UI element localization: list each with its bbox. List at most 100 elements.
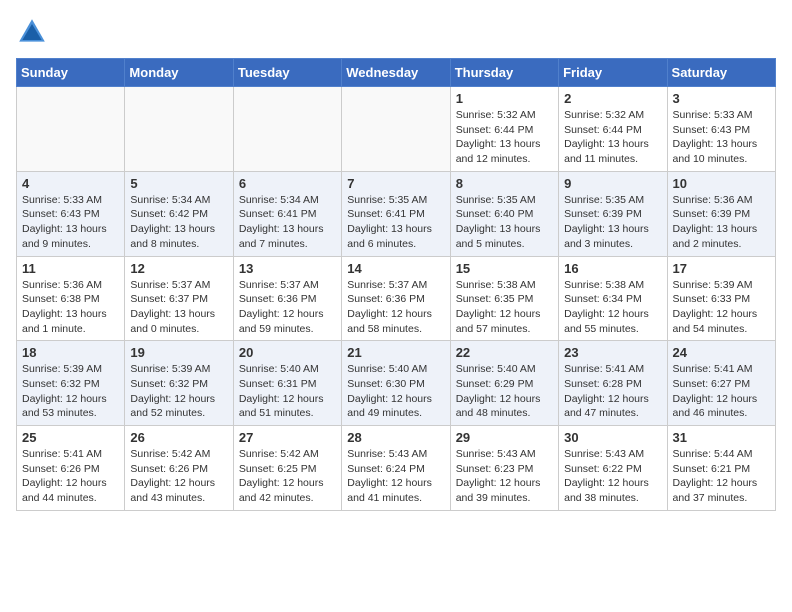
logo-icon [16,16,48,48]
day-info: Sunrise: 5:36 AM Sunset: 6:39 PM Dayligh… [673,193,770,252]
calendar-cell: 25 Sunrise: 5:41 AM Sunset: 6:26 PM Dayli… [17,426,125,511]
calendar-cell: 20Sunrise: 5:40 AM Sunset: 6:31 PM Dayli… [233,341,341,426]
day-info: Sunrise: 5:40 AM Sunset: 6:30 PM Dayligh… [347,362,444,421]
calendar-cell: 4Sunrise: 5:33 AM Sunset: 6:43 PM Daylig… [17,171,125,256]
weekday-header-thursday: Thursday [450,59,558,87]
day-info: Sunrise: 5:39 AM Sunset: 6:32 PM Dayligh… [130,362,227,421]
page-header [16,16,776,48]
day-info: Sunrise: 5:32 AM Sunset: 6:44 PM Dayligh… [456,108,553,167]
day-info: Sunrise: 5:33 AM Sunset: 6:43 PM Dayligh… [22,193,119,252]
calendar-cell: 26 Sunrise: 5:42 AM Sunset: 6:26 PM Dayli… [125,426,233,511]
day-info: Sunrise: 5:41 AM Sunset: 6:26 PM Dayligh… [22,447,119,506]
calendar-cell [233,87,341,172]
day-info: Sunrise: 5:42 AM Sunset: 6:26 PM Dayligh… [130,447,227,506]
calendar-cell: 16 Sunrise: 5:38 AM Sunset: 6:34 PM Dayli… [559,256,667,341]
day-info: Sunrise: 5:43 AM Sunset: 6:23 PM Dayligh… [456,447,553,506]
calendar-cell: 13 Sunrise: 5:37 AM Sunset: 6:36 PM Dayli… [233,256,341,341]
day-info: Sunrise: 5:39 AM Sunset: 6:33 PM Dayligh… [673,278,770,337]
day-info: Sunrise: 5:35 AM Sunset: 6:39 PM Dayligh… [564,193,661,252]
weekday-header-row: SundayMondayTuesdayWednesdayThursdayFrid… [17,59,776,87]
calendar-cell: 28Sunrise: 5:43 AM Sunset: 6:24 PM Dayli… [342,426,450,511]
calendar-week-3: 11 Sunrise: 5:36 AM Sunset: 6:38 PM Dayli… [17,256,776,341]
day-number: 13 [239,261,336,276]
calendar-cell: 23 Sunrise: 5:41 AM Sunset: 6:28 PM Dayli… [559,341,667,426]
day-info: Sunrise: 5:43 AM Sunset: 6:22 PM Dayligh… [564,447,661,506]
day-info: Sunrise: 5:37 AM Sunset: 6:36 PM Dayligh… [347,278,444,337]
day-info: Sunrise: 5:38 AM Sunset: 6:34 PM Dayligh… [564,278,661,337]
day-number: 11 [22,261,119,276]
day-info: Sunrise: 5:35 AM Sunset: 6:41 PM Dayligh… [347,193,444,252]
day-info: Sunrise: 5:37 AM Sunset: 6:36 PM Dayligh… [239,278,336,337]
day-info: Sunrise: 5:44 AM Sunset: 6:21 PM Dayligh… [673,447,770,506]
day-number: 16 [564,261,661,276]
day-number: 31 [673,430,770,445]
weekday-header-friday: Friday [559,59,667,87]
day-number: 29 [456,430,553,445]
day-number: 22 [456,345,553,360]
day-info: Sunrise: 5:38 AM Sunset: 6:35 PM Dayligh… [456,278,553,337]
day-number: 23 [564,345,661,360]
day-number: 27 [239,430,336,445]
day-number: 7 [347,176,444,191]
weekday-header-monday: Monday [125,59,233,87]
day-number: 17 [673,261,770,276]
day-info: Sunrise: 5:40 AM Sunset: 6:29 PM Dayligh… [456,362,553,421]
day-number: 24 [673,345,770,360]
day-info: Sunrise: 5:36 AM Sunset: 6:38 PM Dayligh… [22,278,119,337]
calendar-cell: 2 Sunrise: 5:32 AM Sunset: 6:44 PM Daylig… [559,87,667,172]
day-info: Sunrise: 5:32 AM Sunset: 6:44 PM Dayligh… [564,108,661,167]
calendar-cell: 5Sunrise: 5:34 AM Sunset: 6:42 PM Daylig… [125,171,233,256]
calendar-cell: 31 Sunrise: 5:44 AM Sunset: 6:21 PM Dayli… [667,426,775,511]
calendar-cell: 8 Sunrise: 5:35 AM Sunset: 6:40 PM Daylig… [450,171,558,256]
day-number: 9 [564,176,661,191]
day-info: Sunrise: 5:39 AM Sunset: 6:32 PM Dayligh… [22,362,119,421]
day-number: 3 [673,91,770,106]
calendar-cell: 18 Sunrise: 5:39 AM Sunset: 6:32 PM Dayli… [17,341,125,426]
day-info: Sunrise: 5:41 AM Sunset: 6:27 PM Dayligh… [673,362,770,421]
calendar-cell [342,87,450,172]
calendar-table: SundayMondayTuesdayWednesdayThursdayFrid… [16,58,776,511]
day-number: 21 [347,345,444,360]
calendar-cell: 3Sunrise: 5:33 AM Sunset: 6:43 PM Daylig… [667,87,775,172]
day-info: Sunrise: 5:41 AM Sunset: 6:28 PM Dayligh… [564,362,661,421]
calendar-cell: 9 Sunrise: 5:35 AM Sunset: 6:39 PM Daylig… [559,171,667,256]
day-number: 2 [564,91,661,106]
day-info: Sunrise: 5:34 AM Sunset: 6:41 PM Dayligh… [239,193,336,252]
calendar-cell: 6Sunrise: 5:34 AM Sunset: 6:41 PM Daylig… [233,171,341,256]
calendar-cell: 11 Sunrise: 5:36 AM Sunset: 6:38 PM Dayli… [17,256,125,341]
weekday-header-wednesday: Wednesday [342,59,450,87]
calendar-cell: 27 Sunrise: 5:42 AM Sunset: 6:25 PM Dayli… [233,426,341,511]
day-number: 26 [130,430,227,445]
day-number: 14 [347,261,444,276]
calendar-cell: 21 Sunrise: 5:40 AM Sunset: 6:30 PM Dayli… [342,341,450,426]
calendar-cell: 30Sunrise: 5:43 AM Sunset: 6:22 PM Dayli… [559,426,667,511]
day-info: Sunrise: 5:35 AM Sunset: 6:40 PM Dayligh… [456,193,553,252]
calendar-cell: 29 Sunrise: 5:43 AM Sunset: 6:23 PM Dayli… [450,426,558,511]
calendar-cell [125,87,233,172]
calendar-cell: 22 Sunrise: 5:40 AM Sunset: 6:29 PM Dayli… [450,341,558,426]
day-info: Sunrise: 5:42 AM Sunset: 6:25 PM Dayligh… [239,447,336,506]
day-info: Sunrise: 5:43 AM Sunset: 6:24 PM Dayligh… [347,447,444,506]
day-number: 19 [130,345,227,360]
calendar-cell: 1 Sunrise: 5:32 AM Sunset: 6:44 PM Daylig… [450,87,558,172]
day-number: 1 [456,91,553,106]
day-number: 8 [456,176,553,191]
logo [16,16,52,48]
day-number: 18 [22,345,119,360]
calendar-cell: 10 Sunrise: 5:36 AM Sunset: 6:39 PM Dayli… [667,171,775,256]
day-number: 25 [22,430,119,445]
calendar-cell: 7 Sunrise: 5:35 AM Sunset: 6:41 PM Daylig… [342,171,450,256]
calendar-week-1: 1 Sunrise: 5:32 AM Sunset: 6:44 PM Daylig… [17,87,776,172]
calendar-week-2: 4Sunrise: 5:33 AM Sunset: 6:43 PM Daylig… [17,171,776,256]
calendar-cell: 14 Sunrise: 5:37 AM Sunset: 6:36 PM Dayli… [342,256,450,341]
calendar-cell: 19 Sunrise: 5:39 AM Sunset: 6:32 PM Dayli… [125,341,233,426]
day-number: 10 [673,176,770,191]
calendar-week-4: 18 Sunrise: 5:39 AM Sunset: 6:32 PM Dayli… [17,341,776,426]
day-info: Sunrise: 5:37 AM Sunset: 6:37 PM Dayligh… [130,278,227,337]
calendar-cell [17,87,125,172]
weekday-header-sunday: Sunday [17,59,125,87]
day-number: 5 [130,176,227,191]
calendar-cell: 15Sunrise: 5:38 AM Sunset: 6:35 PM Dayli… [450,256,558,341]
day-number: 20 [239,345,336,360]
weekday-header-tuesday: Tuesday [233,59,341,87]
